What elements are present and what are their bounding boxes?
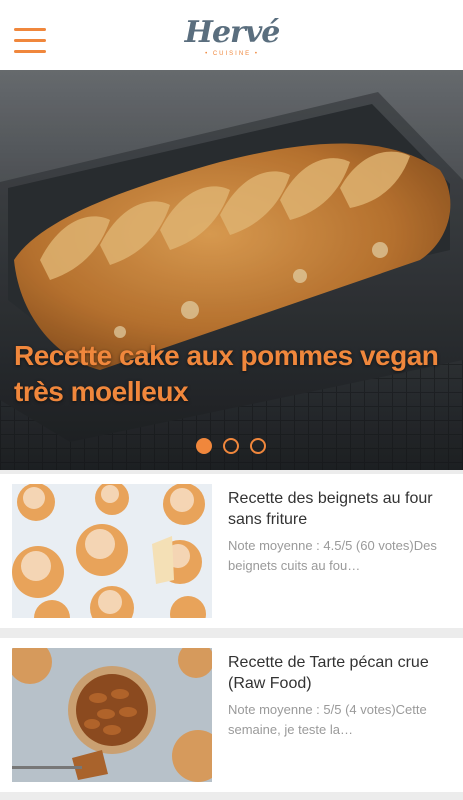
menu-bar bbox=[14, 28, 46, 31]
recipe-title[interactable]: Recette de Tarte pécan crue (Raw Food) bbox=[228, 652, 453, 694]
hamburger-menu-icon[interactable] bbox=[14, 28, 48, 54]
menu-bar bbox=[14, 39, 46, 42]
carousel-pagination bbox=[196, 438, 276, 454]
site-logo[interactable]: Hervé • CUISINE • bbox=[176, 16, 288, 64]
recipe-title[interactable]: Recette des beignets au four sans fritur… bbox=[228, 488, 453, 530]
hero-title-line-1: Recette cake aux pommes vegan bbox=[14, 340, 439, 371]
hero-carousel[interactable]: Recette cake aux pommes vegan très moell… bbox=[0, 70, 463, 470]
beignets-image bbox=[12, 484, 212, 618]
carousel-dot-3[interactable] bbox=[250, 438, 266, 454]
logo-text: Hervé bbox=[184, 15, 281, 50]
recipe-description: Note moyenne : 4.5/5 (60 votes)Des beign… bbox=[228, 538, 437, 573]
menu-bar bbox=[14, 50, 46, 53]
recipe-thumbnail bbox=[12, 484, 212, 618]
hero-cake-image bbox=[0, 70, 463, 470]
pecan-tart-image bbox=[12, 648, 212, 782]
recipe-card[interactable]: Recette de Tarte pécan crue (Raw Food) N… bbox=[0, 638, 463, 792]
carousel-dot-2[interactable] bbox=[223, 438, 239, 454]
recipe-card[interactable]: Recette des beignets au four sans fritur… bbox=[0, 474, 463, 628]
hero-title-line-2: très moelleux bbox=[14, 376, 189, 407]
app-header: Hervé • CUISINE • bbox=[0, 0, 463, 71]
logo-subtitle: • CUISINE • bbox=[205, 51, 259, 57]
recipe-thumbnail bbox=[12, 648, 212, 782]
recipe-description: Note moyenne : 5/5 (4 votes)Cette semain… bbox=[228, 702, 427, 737]
hero-title[interactable]: Recette cake aux pommes vegan très moell… bbox=[14, 338, 454, 410]
carousel-dot-1[interactable] bbox=[196, 438, 212, 454]
